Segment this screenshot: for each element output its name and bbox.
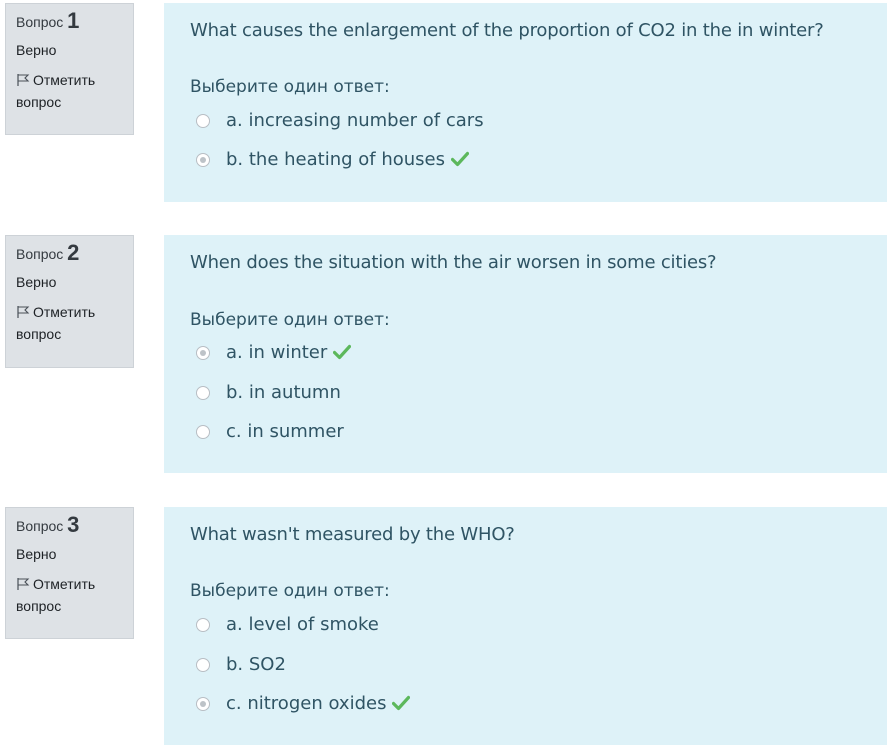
question-content-1: What causes the enlargement of the propo… (164, 3, 887, 202)
question-state: Верно (16, 42, 57, 58)
answer-prompt: Выберите один ответ: (190, 310, 390, 330)
radio-button[interactable] (196, 618, 210, 632)
correct-check-icon (392, 695, 411, 711)
flag-question-button[interactable]: Отметить вопрос (16, 69, 123, 113)
question-label: Вопрос (16, 14, 64, 30)
question-content-3: What wasn't measured by the WHO? Выберит… (164, 507, 887, 745)
correct-check-icon (333, 344, 352, 360)
question-state: Верно (16, 546, 57, 562)
question-info-3: Вопрос 3 Верно Отметить вопрос (5, 507, 134, 639)
question-number-row: Вопрос 1 (16, 10, 123, 36)
radio-button[interactable] (196, 114, 210, 128)
flag-icon (17, 578, 30, 590)
question-label: Вопрос (16, 518, 64, 534)
answer-label: c. nitrogen oxides (226, 693, 411, 715)
answer-label: a. increasing number of cars (226, 110, 484, 131)
question-text: When does the situation with the air wor… (190, 252, 717, 273)
question-number-row: Вопрос 2 (16, 242, 123, 268)
question-number: 3 (67, 512, 80, 537)
answer-label: b. the heating of houses (226, 149, 469, 171)
flag-question-button[interactable]: Отметить вопрос (16, 301, 123, 345)
question-info-2: Вопрос 2 Верно Отметить вопрос (5, 235, 134, 368)
radio-button-selected[interactable] (196, 346, 210, 360)
question-number-row: Вопрос 3 (16, 514, 123, 540)
answer-prompt: Выберите один ответ: (190, 581, 390, 601)
flag-icon (17, 306, 30, 318)
answer-label: c. in summer (226, 421, 344, 442)
answer-label: a. level of smoke (226, 614, 379, 635)
answer-label: b. in autumn (226, 382, 341, 403)
flag-icon (17, 74, 30, 86)
radio-button[interactable] (196, 425, 210, 439)
flag-question-button[interactable]: Отметить вопрос (16, 573, 123, 617)
answer-prompt: Выберите один ответ: (190, 77, 390, 97)
question-number: 1 (67, 8, 80, 33)
correct-check-icon (451, 151, 469, 167)
question-content-2: When does the situation with the air wor… (164, 235, 887, 473)
radio-button[interactable] (196, 658, 210, 672)
question-info-1: Вопрос 1 Верно Отметить вопрос (5, 3, 134, 135)
answer-label: b. SO2 (226, 654, 286, 675)
radio-button-selected[interactable] (196, 697, 210, 711)
question-label: Вопрос (16, 246, 64, 262)
question-number: 2 (67, 240, 80, 265)
question-text: What causes the enlargement of the propo… (190, 20, 824, 41)
radio-button-selected[interactable] (196, 153, 210, 167)
question-state: Верно (16, 274, 57, 290)
question-text: What wasn't measured by the WHO? (190, 524, 515, 545)
answer-label: a. in winter (226, 342, 352, 364)
radio-button[interactable] (196, 386, 210, 400)
